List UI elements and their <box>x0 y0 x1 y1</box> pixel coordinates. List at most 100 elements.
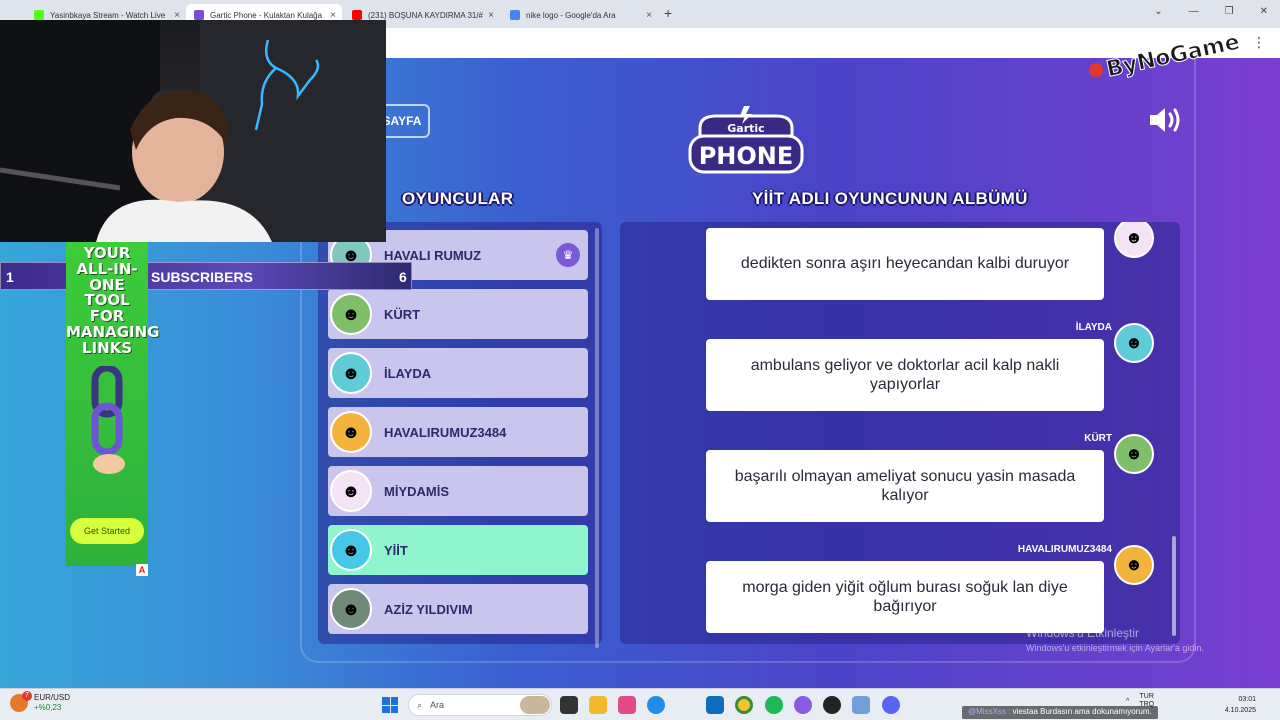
message-author: KÜRT <box>1084 433 1112 444</box>
logo-top-text: Gartic <box>727 122 764 135</box>
clock-date: 4.10.2025 <box>1224 706 1256 714</box>
new-tab-button[interactable]: + <box>664 5 672 21</box>
player-name: MİYDAMİS <box>384 483 449 499</box>
album-message: morga giden yiğit oğlum burası soğuk lan… <box>706 561 1104 633</box>
close-tab-icon[interactable]: × <box>174 10 180 21</box>
message-avatar-icon: ☻ <box>1114 323 1154 363</box>
message-avatar-icon: ☻ <box>1114 434 1154 474</box>
players-scrollbar[interactable] <box>595 228 599 648</box>
app-icon[interactable] <box>794 696 812 714</box>
album-message: başarılı olmayan ameliyat sonucu yasin m… <box>706 450 1104 522</box>
player-name: AZİZ YILDIVIM <box>384 601 473 617</box>
player-row-active[interactable]: ☻ YİİT <box>328 525 588 575</box>
album-message: dedikten sonra aşırı heyecandan kalbi du… <box>706 228 1104 300</box>
sound-icon[interactable] <box>1148 106 1182 134</box>
player-avatar-icon: ☻ <box>330 470 372 512</box>
browser-menu-icon[interactable]: ⋮ <box>1252 34 1266 51</box>
player-avatar-icon: ☻ <box>330 293 372 335</box>
host-crown-icon: ♛ <box>556 243 580 267</box>
player-name: İLAYDA <box>384 365 432 381</box>
ad-choices-icon[interactable]: A <box>136 564 148 576</box>
player-row[interactable]: ☻ HAVALIRUMUZ3484 <box>328 407 588 457</box>
tray-chevron-icon[interactable]: ^ <box>1126 698 1129 705</box>
copilot-icon[interactable] <box>618 696 636 714</box>
webcam-overlay <box>0 20 386 242</box>
spotify-icon[interactable] <box>765 696 783 714</box>
player-row[interactable]: ☻ MİYDAMİS <box>328 466 588 516</box>
obs-icon[interactable] <box>823 696 841 714</box>
player-avatar-icon: ☻ <box>330 352 372 394</box>
window-controls: ⌄ — ❐ ✕ <box>1154 6 1268 17</box>
subscriber-count-current: 1 <box>6 269 14 285</box>
logo-bottom-text: PHONE <box>699 142 794 170</box>
language-indicator[interactable]: TUR <box>1139 693 1154 701</box>
file-explorer-icon[interactable] <box>589 696 607 714</box>
clock-time: 03:01 <box>1238 696 1256 703</box>
channel-logo: ByNoGame <box>1089 29 1242 82</box>
player-avatar-icon: ☻ <box>330 411 372 453</box>
tab-search-icon[interactable]: ⌄ <box>1154 6 1162 17</box>
advertisement-banner[interactable]: YOUR ALL-IN-ONE TOOL FOR MANAGING LINKS … <box>66 242 159 576</box>
gartic-phone-logo: Gartic PHONE <box>688 106 804 174</box>
player-avatar-icon: ☻ <box>330 529 372 571</box>
tab-google-search[interactable]: nike logo - Google'da Ara × <box>502 4 658 26</box>
album-title: YİİT ADLI OYUNCUNUN ALBÜMÜ <box>752 189 1028 208</box>
chat-text: viestaa Burdasın ama dokunamıyorum. <box>1012 707 1152 716</box>
player-name: YİİT <box>384 542 408 558</box>
player-name: HAVALI RUMUZ <box>384 247 482 263</box>
edge-icon[interactable] <box>647 696 665 714</box>
subscriber-label: SUBSCRIBERS <box>151 269 253 285</box>
album-feed: dedikten sonra aşırı heyecandan kalbi du… <box>620 222 1180 644</box>
close-tab-icon[interactable]: × <box>330 10 336 21</box>
search-placeholder: Ara <box>430 700 445 710</box>
subscriber-goal: 6 <box>399 269 407 285</box>
gartic-favicon-icon <box>194 10 204 20</box>
search-icon: ⌕ <box>417 699 423 710</box>
outlook-icon[interactable] <box>706 696 724 714</box>
windows-activation-watermark: Windows'u Etkinleştir Windows'u etkinleş… <box>1026 626 1204 653</box>
player-name: KÜRT <box>384 306 421 322</box>
album-message: ambulans geliyor ve doktorlar acil kalp … <box>706 339 1104 411</box>
player-row[interactable]: ☻ KÜRT <box>328 289 588 339</box>
chrome-icon[interactable] <box>735 696 753 714</box>
players-title: OYUNCULAR <box>402 189 514 208</box>
weather-icon: 7 <box>10 691 32 712</box>
subscriber-goal-bar: 1 SUBSCRIBERS 6 <box>0 262 412 290</box>
close-window-button[interactable]: ✕ <box>1260 6 1268 17</box>
message-author: İLAYDA <box>1075 322 1112 333</box>
chat-username: @MissXss : <box>968 707 1011 716</box>
tab-label: (231) BOŞUNA KAYDIRMA 31/# <box>368 10 484 20</box>
youtube-favicon-icon <box>352 10 362 20</box>
close-tab-icon[interactable]: × <box>646 10 652 21</box>
restore-button[interactable]: ❐ <box>1225 6 1234 17</box>
player-row[interactable]: ☻ AZİZ YILDIVIM <box>328 584 588 634</box>
activation-title: Windows'u Etkinleştir <box>1026 626 1139 640</box>
tab-label: nike logo - Google'da Ara <box>526 10 616 20</box>
tab-label: Gartic Phone - Kulaktan Kulağa <box>210 10 323 20</box>
message-author: HAVALIRUMUZ3484 <box>1017 544 1112 555</box>
terminal-icon[interactable] <box>560 696 578 714</box>
minimize-button[interactable]: — <box>1189 6 1199 17</box>
stream-chat-message: @MissXss : viestaa Burdasın ama dokunamı… <box>962 706 1158 719</box>
notification-badge: 7 <box>22 691 32 701</box>
webcam-scene <box>0 20 386 242</box>
ad-get-started-button[interactable]: Get Started <box>70 518 144 544</box>
widget-thumbnail-icon[interactable] <box>520 696 550 714</box>
google-favicon-icon <box>510 10 520 20</box>
weather-widget[interactable]: 7 EUR/USD +%0,23 <box>10 691 71 713</box>
close-tab-icon[interactable]: × <box>488 10 494 21</box>
activation-hint: Windows'u etkinleştirmek için Ayarlar'a … <box>1026 643 1204 653</box>
message-avatar-icon: ☻ <box>1114 222 1154 258</box>
chain-link-icon <box>91 364 125 475</box>
kick-favicon-icon <box>34 10 44 20</box>
start-button[interactable] <box>382 697 398 713</box>
tab-label: Yasinbkaya Stream - Watch Live <box>50 10 166 20</box>
message-avatar-icon: ☻ <box>1114 545 1154 585</box>
ticker-name: EUR/USD <box>34 693 71 702</box>
settings-icon[interactable] <box>852 696 870 714</box>
discord-icon[interactable] <box>882 696 900 714</box>
clock[interactable]: 03:01 4.10.2025 <box>1225 695 1256 716</box>
player-row[interactable]: ☻ İLAYDA <box>328 348 588 398</box>
player-name: HAVALIRUMUZ3484 <box>384 424 507 440</box>
album-scrollbar[interactable] <box>1172 536 1176 636</box>
